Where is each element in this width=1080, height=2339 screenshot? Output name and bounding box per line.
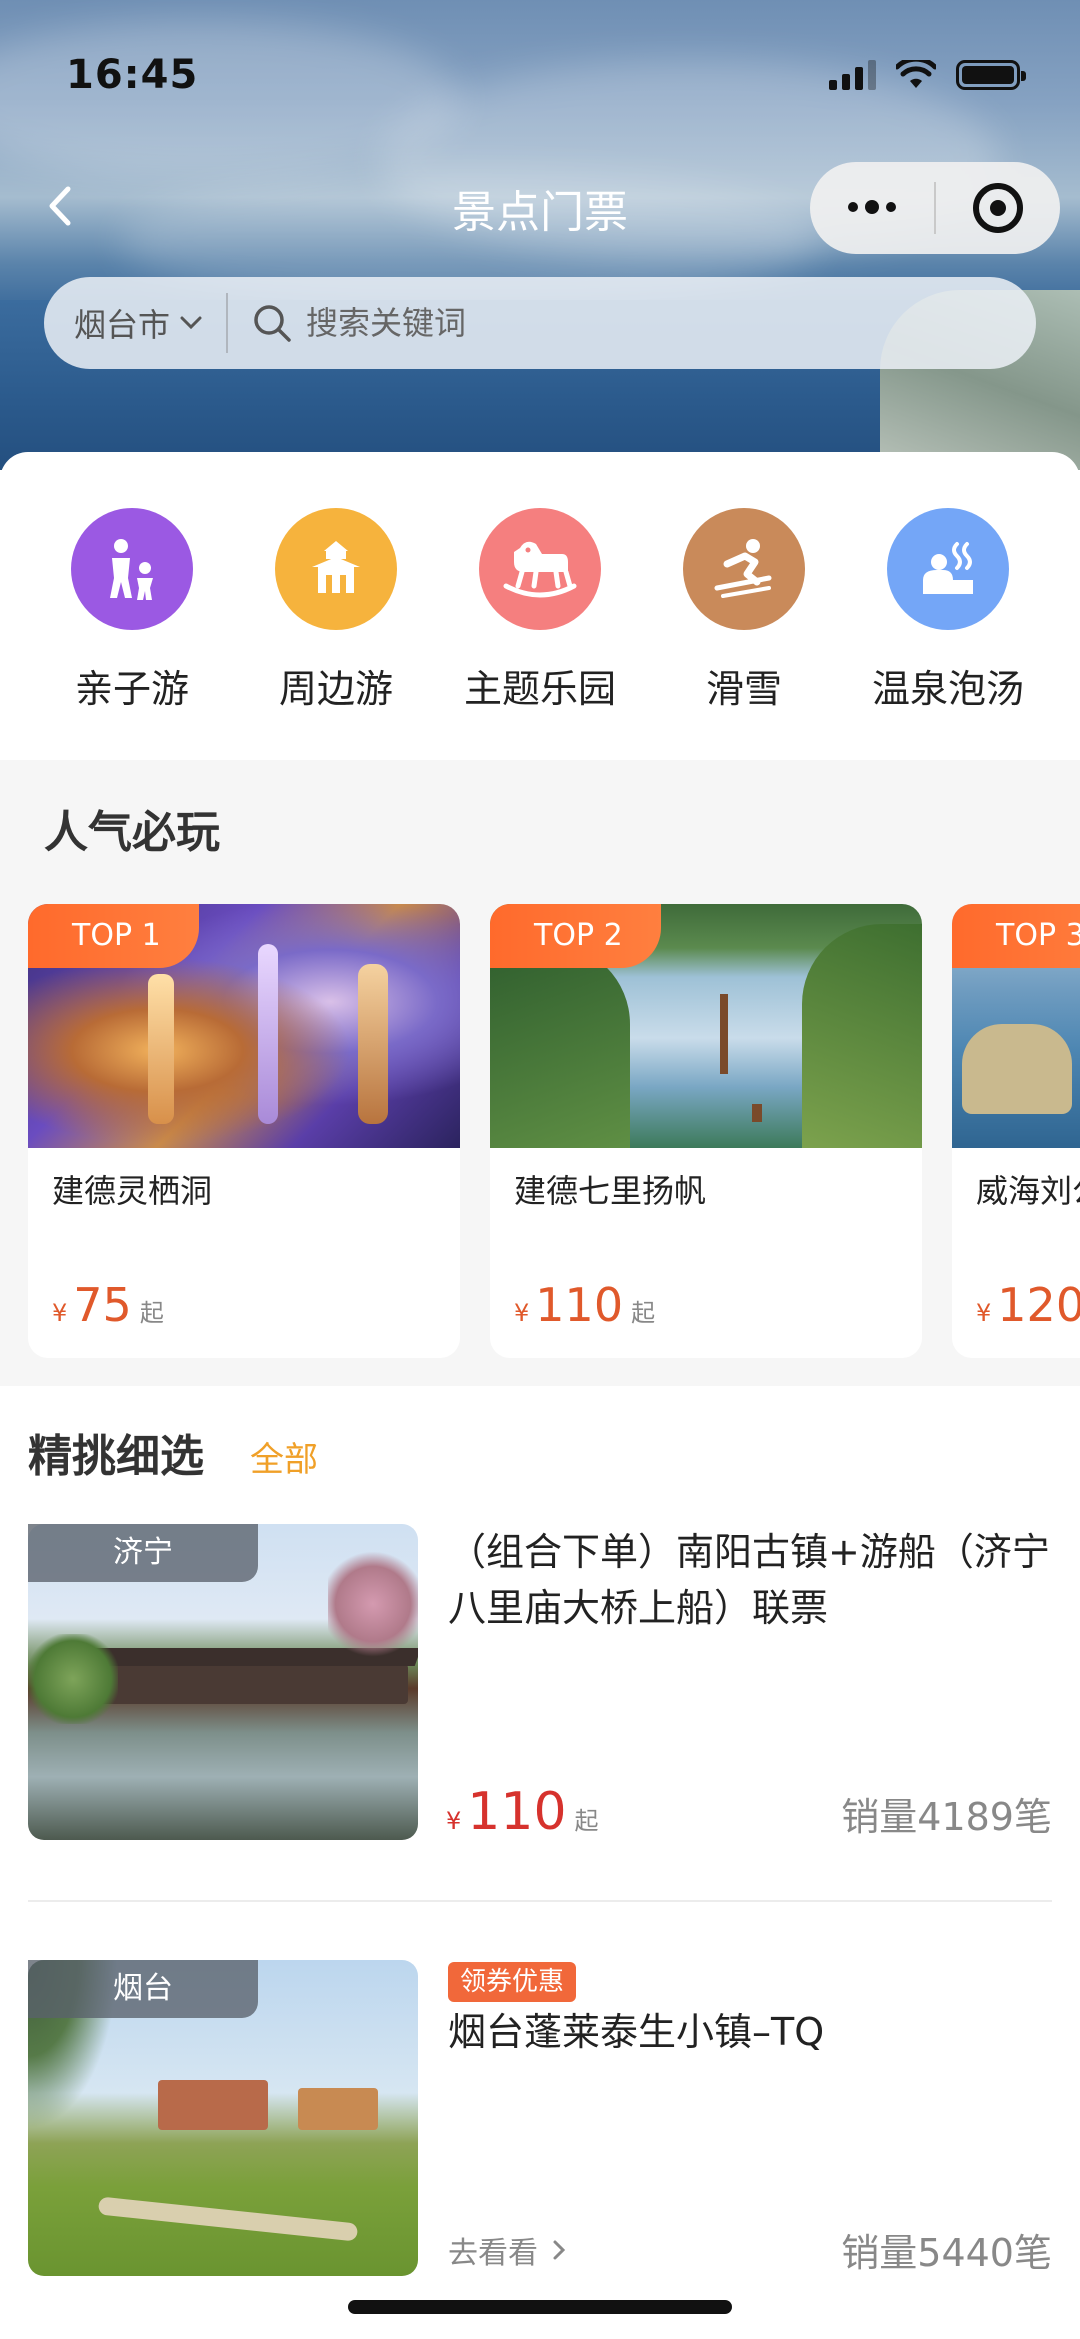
category-family[interactable]: 亲子游 — [30, 508, 234, 713]
popular-section: 人气必玩 TOP 1 建德灵栖洞 ¥ 75 起 TOP 2 建德七里扬帆 ¥ 1… — [0, 760, 1080, 1386]
status-bar: 16:45 — [0, 0, 1080, 150]
miniprogram-capsule — [810, 162, 1060, 254]
category-label: 主题乐园 — [463, 667, 616, 711]
rank-badge: TOP 3 — [952, 904, 1080, 968]
popular-card[interactable]: TOP 2 建德七里扬帆 ¥ 110 起 — [490, 904, 922, 1358]
list-item[interactable]: 烟台 领券优惠 烟台蓬莱泰生小镇–TQ 去看看 销量5440笔 — [28, 1960, 1052, 2276]
attraction-price: ¥ 110 起 — [514, 1278, 656, 1332]
picks-header: 精挑细选 全部 — [28, 1420, 318, 1484]
attraction-name: 建德灵栖洞 — [52, 1172, 213, 1210]
section-title: 人气必玩 — [44, 807, 220, 858]
category-label: 周边游 — [278, 667, 393, 711]
item-price: ¥ 110 起 — [446, 1782, 599, 1842]
location-tag: 烟台 — [28, 1960, 258, 2018]
search-bar: 烟台市 — [44, 277, 1036, 369]
search-input[interactable] — [306, 304, 907, 342]
category-skiing[interactable]: 滑雪 — [642, 508, 846, 713]
battery-icon — [956, 60, 1026, 90]
content-sheet: 亲子游 周边游 主题乐园 滑雪 温泉泡汤 人气必玩 TOP 1 建德灵栖洞 ¥ … — [0, 452, 1080, 2339]
category-label: 亲子游 — [74, 667, 189, 711]
category-theme-park[interactable]: 主题乐园 — [438, 508, 642, 713]
view-all-link[interactable]: 全部 — [250, 1432, 318, 1481]
rank-badge: TOP 2 — [490, 904, 661, 968]
status-icons — [829, 60, 1026, 90]
category-label: 滑雪 — [705, 667, 782, 711]
rank-badge: TOP 1 — [28, 904, 199, 968]
more-dots-icon — [848, 200, 896, 214]
more-button[interactable] — [810, 162, 934, 254]
location-tag: 济宁 — [28, 1524, 258, 1582]
chevron-down-icon — [180, 316, 202, 330]
family-icon — [71, 508, 193, 630]
wifi-icon — [896, 60, 936, 88]
attraction-name: 建德七里扬帆 — [514, 1172, 707, 1210]
hot-spring-icon — [887, 508, 1009, 630]
list-item[interactable]: 济宁 （组合下单）南阳古镇+游船（济宁八里庙大桥上船）联票 ¥ 110 起 销量… — [28, 1524, 1052, 1842]
popular-carousel: TOP 1 建德灵栖洞 ¥ 75 起 TOP 2 建德七里扬帆 ¥ 110 起 … — [28, 904, 1080, 1360]
category-label: 温泉泡汤 — [871, 667, 1024, 711]
attraction-name: 威海刘公岛 — [976, 1172, 1080, 1210]
sales-count: 销量4189笔 — [841, 1795, 1052, 1839]
temple-icon — [275, 508, 397, 630]
target-icon — [973, 183, 1023, 233]
search-icon — [250, 301, 294, 345]
attraction-price: ¥ 120 起 — [976, 1278, 1080, 1332]
chevron-right-icon — [553, 2240, 566, 2260]
category-nearby[interactable]: 周边游 — [234, 508, 438, 713]
category-hot-spring[interactable]: 温泉泡汤 — [846, 508, 1050, 713]
go-see-link[interactable]: 去看看 — [448, 2228, 566, 2272]
item-title: 烟台蓬莱泰生小镇–TQ — [448, 2010, 825, 2054]
sales-count: 销量5440笔 — [841, 2231, 1052, 2275]
attraction-price: ¥ 75 起 — [52, 1278, 164, 1332]
city-label: 烟台市 — [74, 306, 171, 344]
category-bar: 亲子游 周边游 主题乐园 滑雪 温泉泡汤 — [0, 508, 1080, 713]
popular-card[interactable]: TOP 3 威海刘公岛 ¥ 120 起 — [952, 904, 1080, 1358]
divider — [28, 1900, 1052, 1902]
city-selector[interactable]: 烟台市 — [44, 277, 226, 369]
skiing-icon — [683, 508, 805, 630]
rocking-horse-icon — [479, 508, 601, 630]
home-indicator — [348, 2300, 732, 2314]
status-time: 16:45 — [66, 52, 199, 98]
popular-card[interactable]: TOP 1 建德灵栖洞 ¥ 75 起 — [28, 904, 460, 1358]
item-title: （组合下单）南阳古镇+游船（济宁八里庙大桥上船）联票 — [448, 1530, 1050, 1630]
close-miniprogram-button[interactable] — [936, 162, 1060, 254]
coupon-badge: 领券优惠 — [448, 1962, 577, 2002]
section-title: 精挑细选 — [28, 1431, 204, 1482]
cellular-signal-icon — [829, 60, 876, 90]
